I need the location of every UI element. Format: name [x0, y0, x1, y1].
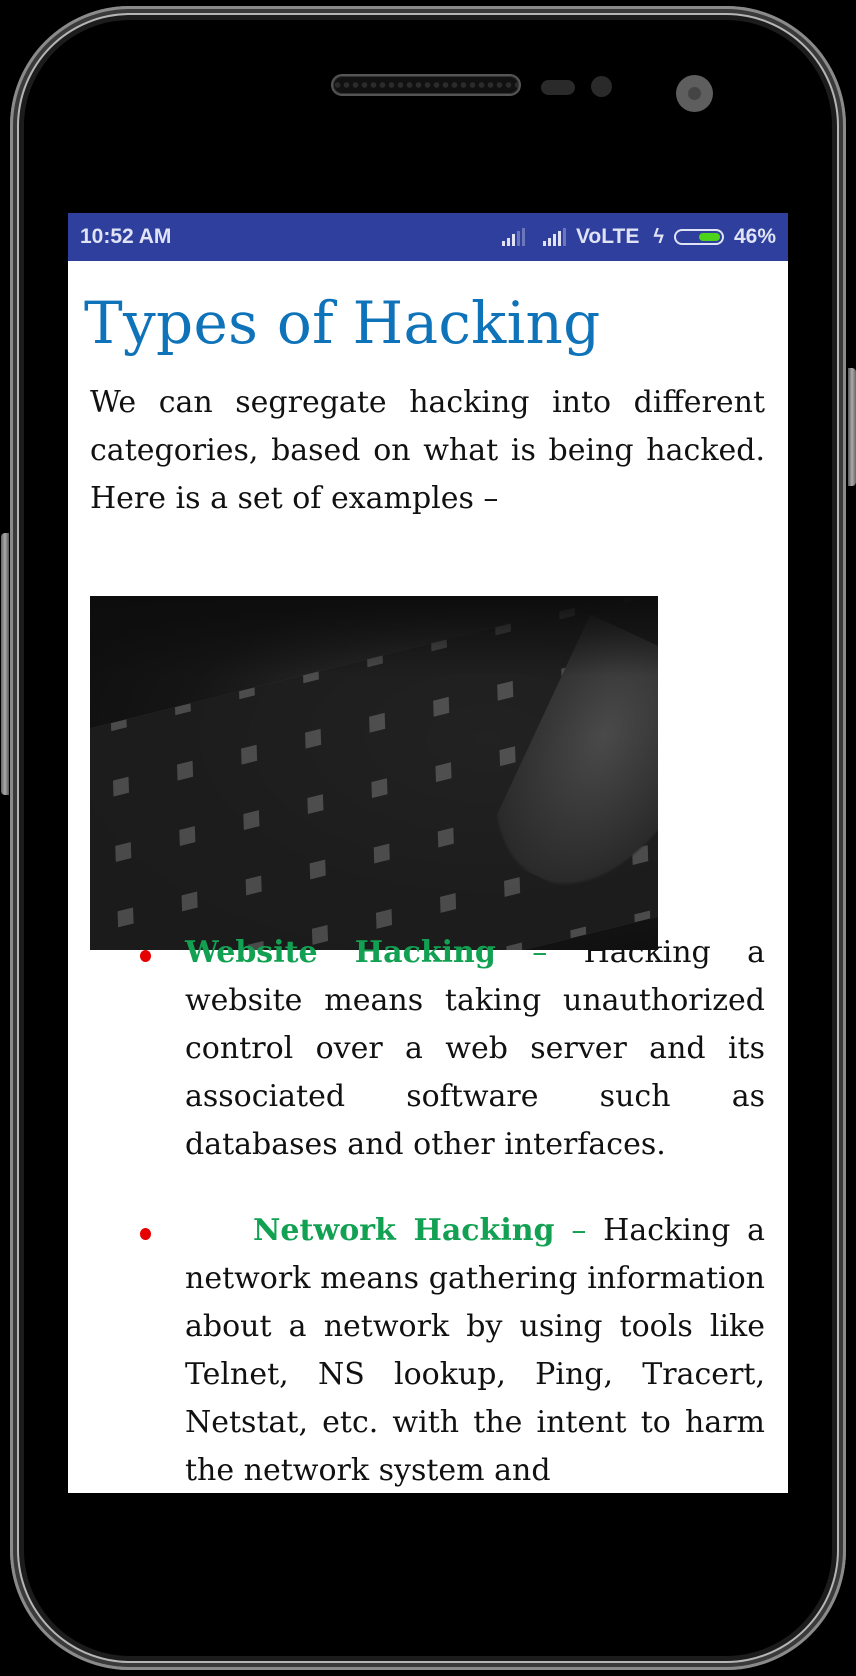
intro-paragraph: We can segregate hacking into different …: [90, 385, 765, 516]
front-camera: [676, 75, 713, 112]
network-type-label: VoLTE: [575, 225, 640, 248]
list-item-term: Network Hacking: [253, 1213, 555, 1248]
list-item: Network Hacking – Hacking a network mean…: [68, 1207, 788, 1493]
bullet-icon: [140, 1228, 151, 1240]
proximity-sensor: [541, 80, 575, 95]
signal-icon: [501, 228, 525, 246]
status-bar: 10:52 AM VoLTE ϟ 46%: [68, 213, 788, 261]
signal-icon: [542, 228, 566, 246]
keyboard-image: [90, 596, 658, 950]
status-icons: VoLTE ϟ 46%: [501, 213, 776, 261]
term-dash: –: [571, 1213, 587, 1248]
earpiece-speaker: [333, 76, 519, 94]
list-item: Website Hacking – Hacking a website mean…: [68, 929, 788, 1169]
image-shade: [90, 596, 658, 676]
battery-percent: 46%: [733, 225, 776, 248]
light-sensor: [591, 76, 612, 97]
list-item-description: Hacking a network means gathering inform…: [185, 1213, 765, 1488]
hacking-types-list: Website Hacking – Hacking a website mean…: [68, 929, 788, 1493]
phone-screen: 10:52 AM VoLTE ϟ 46% Types of Hacking We…: [68, 213, 788, 1493]
bullet-icon: [140, 950, 151, 962]
power-button: [848, 368, 856, 486]
charging-bolt-icon: ϟ: [653, 225, 664, 248]
volume-button: [1, 533, 9, 795]
page-title: Types of Hacking: [84, 289, 601, 357]
battery-fill: [698, 233, 720, 241]
list-item-text: Website Hacking – Hacking a website mean…: [185, 929, 765, 1169]
list-item-term: Website Hacking: [185, 935, 496, 970]
list-item-text: Network Hacking – Hacking a network mean…: [185, 1207, 765, 1493]
status-time: 10:52 AM: [80, 225, 172, 248]
term-dash: –: [532, 935, 548, 970]
battery-icon: [673, 229, 724, 245]
